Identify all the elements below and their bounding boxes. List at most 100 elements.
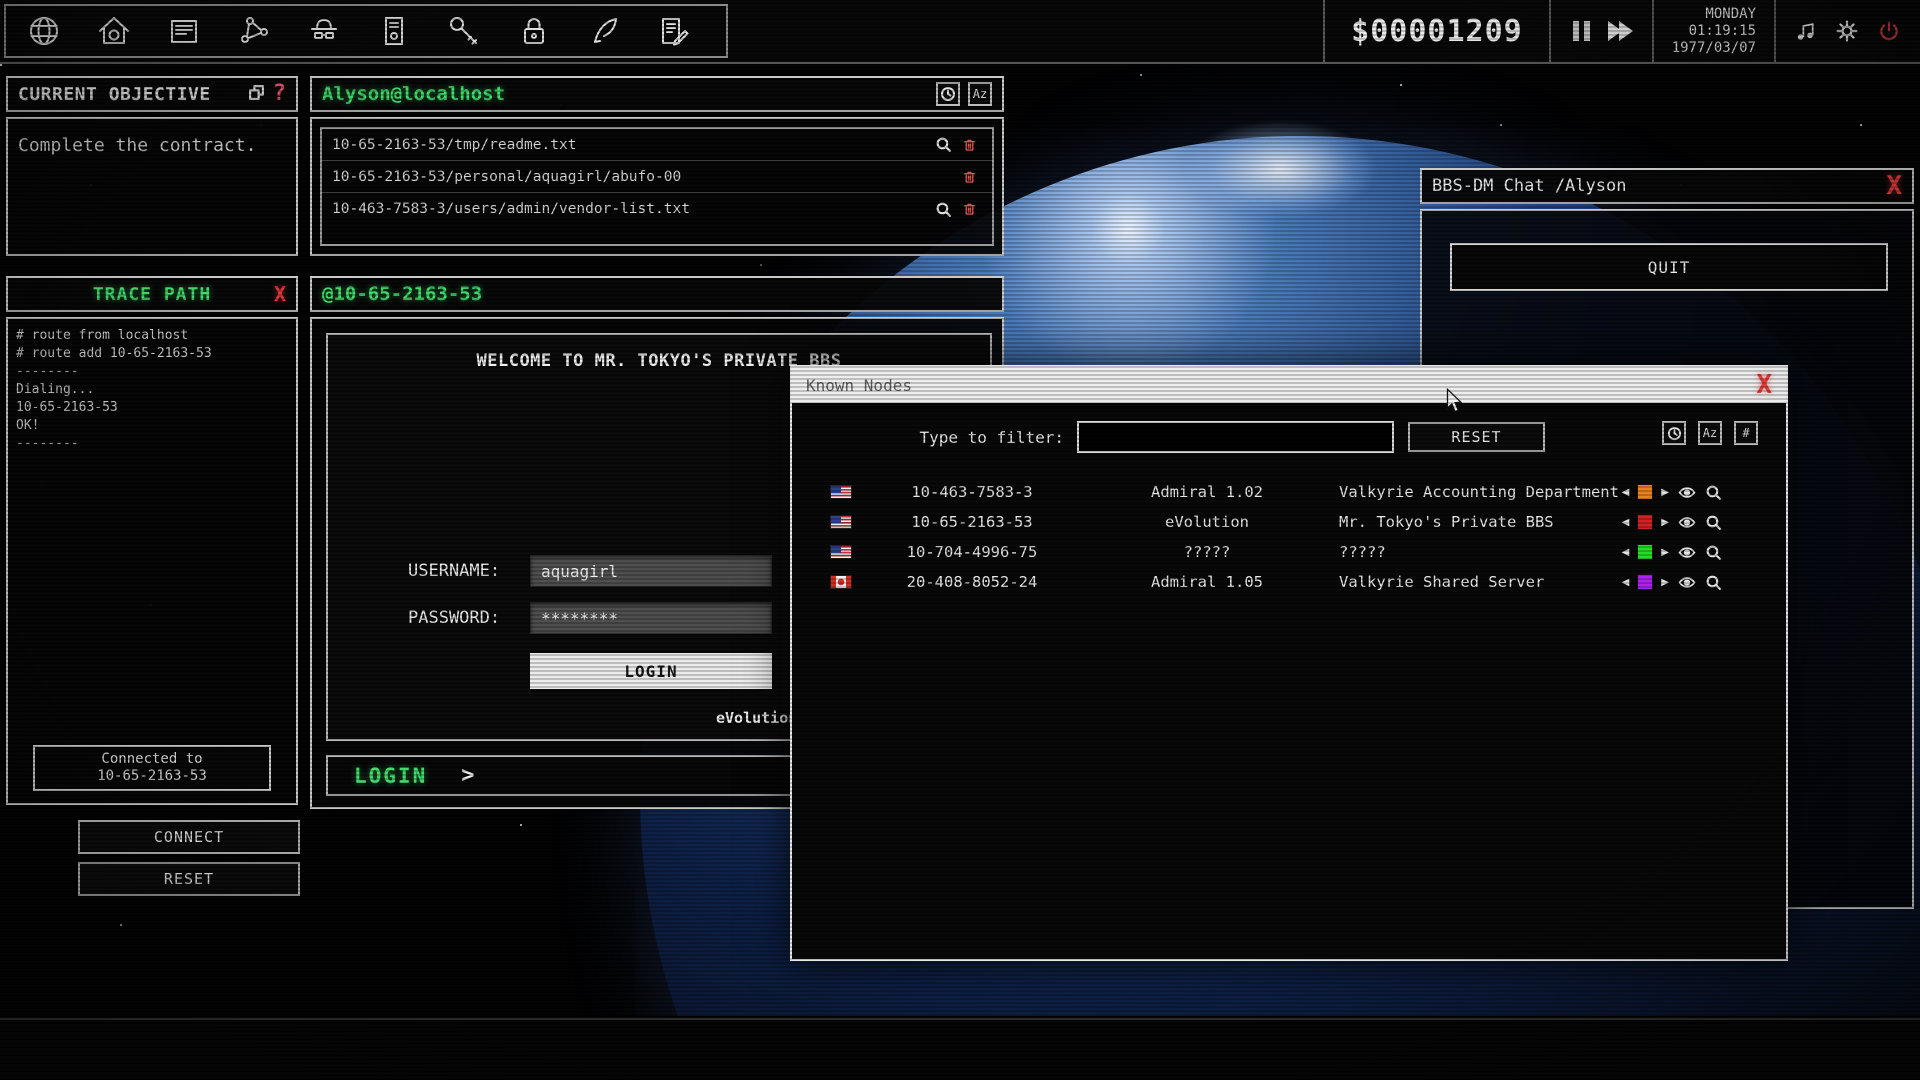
globe-icon[interactable]	[24, 11, 64, 51]
node-version: ?????	[1122, 543, 1292, 561]
time-label: 01:19:15	[1672, 23, 1756, 40]
file-row[interactable]: 10-65-2163-53/tmp/readme.txt	[322, 129, 992, 161]
ledger-icon[interactable]	[374, 11, 414, 51]
time-controls	[1551, 0, 1652, 62]
password-label: PASSWORD:	[408, 608, 530, 628]
power-icon[interactable]	[1876, 18, 1902, 44]
prev-status-icon[interactable]: ◀	[1622, 547, 1630, 558]
bbs-vendor-label: eVolution	[716, 709, 797, 727]
view-file-icon[interactable]	[930, 201, 956, 218]
connection-target: 10-65-2163-53	[35, 768, 269, 785]
top-bar: $00001209 MONDAY 01:19:15 1977/03/07	[0, 0, 1920, 64]
watch-node-icon[interactable]	[1677, 484, 1697, 501]
watch-node-icon[interactable]	[1677, 544, 1697, 561]
node-status-swatch	[1637, 514, 1653, 530]
pause-button[interactable]	[1573, 21, 1590, 41]
spy-icon[interactable]	[304, 11, 344, 51]
fast-forward-button[interactable]	[1608, 21, 1630, 41]
trace-log-line: # route add 10-65-2163-53	[16, 345, 288, 363]
node-row[interactable]: 10-704-4996-75 ????? ????? ◀ ▶	[792, 537, 1786, 567]
datetime-display: MONDAY 01:19:15 1977/03/07	[1652, 0, 1774, 62]
sort-number-button[interactable]: #	[1734, 421, 1758, 445]
trace-close-icon[interactable]: X	[274, 282, 286, 306]
known-nodes-close-icon[interactable]: X	[1756, 370, 1772, 400]
trace-log-line: Dialing...	[16, 381, 288, 399]
objective-title: CURRENT OBJECTIVE	[18, 84, 211, 105]
known-nodes-titlebar[interactable]: Known Nodes X	[792, 367, 1786, 403]
sort-az-button[interactable]: Az	[968, 82, 992, 106]
node-name: ?????	[1339, 543, 1622, 561]
chat-quit-button[interactable]: QUIT	[1450, 243, 1888, 291]
inspect-node-icon[interactable]	[1705, 484, 1722, 501]
file-list: 10-65-2163-53/tmp/readme.txt 10-65-2163-…	[320, 127, 994, 246]
command-chevron-icon: >	[461, 763, 474, 788]
node-row[interactable]: 10-65-2163-53 eVolution Mr. Tokyo's Priv…	[792, 507, 1786, 537]
node-name: Valkyrie Shared Server	[1339, 573, 1622, 591]
inspect-node-icon[interactable]	[1705, 544, 1722, 561]
next-status-icon[interactable]: ▶	[1661, 547, 1669, 558]
country-flag-icon	[830, 545, 852, 559]
lock-icon[interactable]	[514, 11, 554, 51]
chat-close-icon[interactable]: X	[1886, 171, 1902, 201]
node-version: Admiral 1.05	[1122, 573, 1292, 591]
watch-node-icon[interactable]	[1677, 514, 1697, 531]
remote-host-title: @10-65-2163-53	[322, 283, 482, 305]
delete-file-icon[interactable]	[956, 201, 982, 217]
inspect-node-icon[interactable]	[1705, 514, 1722, 531]
sun-glint	[1150, 104, 1410, 234]
trace-log-line: OK!	[16, 417, 288, 435]
sort-az-button[interactable]: Az	[1698, 421, 1722, 445]
money-counter: $00001209	[1323, 0, 1551, 62]
notes-icon[interactable]	[654, 11, 694, 51]
file-row[interactable]: 10-65-2163-53/personal/aquagirl/abufo-00	[322, 161, 992, 193]
game-screen: { "colors": { "accent_green": "#41d96b",…	[0, 0, 1920, 1080]
window-restore-icon[interactable]	[248, 84, 265, 105]
current-objective-panel: CURRENT OBJECTIVE ? Complete the contrac…	[6, 76, 298, 256]
prev-status-icon[interactable]: ◀	[1622, 487, 1630, 498]
starfield	[0, 64, 2, 66]
objective-text: Complete the contract.	[18, 135, 256, 156]
node-row[interactable]: 10-463-7583-3 Admiral 1.02 Valkyrie Acco…	[792, 477, 1786, 507]
node-number: 10-704-4996-75	[872, 543, 1072, 561]
day-label: MONDAY	[1672, 6, 1756, 23]
trace-path-title: TRACE PATH	[93, 284, 211, 305]
delete-file-icon[interactable]	[956, 169, 982, 185]
next-status-icon[interactable]: ▶	[1661, 487, 1669, 498]
node-row[interactable]: 20-408-8052-24 Admiral 1.05 Valkyrie Sha…	[792, 567, 1786, 597]
password-field[interactable]	[530, 602, 772, 634]
settings-gear-icon[interactable]	[1834, 18, 1860, 44]
music-icon[interactable]	[1792, 18, 1818, 44]
node-filter-input[interactable]	[1077, 421, 1394, 453]
delete-file-icon[interactable]	[956, 137, 982, 153]
file-manager-panel: Alyson@localhost Az 10-65-2163-53/tmp/re…	[310, 76, 1004, 256]
sort-time-button[interactable]	[936, 82, 960, 106]
bottom-console	[0, 1018, 1920, 1080]
node-version: Admiral 1.02	[1122, 483, 1292, 501]
trace-log-line: # route from localhost	[16, 327, 288, 345]
sort-time-button[interactable]	[1662, 421, 1686, 445]
file-path: 10-65-2163-53/tmp/readme.txt	[332, 137, 576, 153]
objective-help-icon[interactable]: ?	[273, 83, 286, 105]
command-label: LOGIN	[354, 764, 427, 788]
prev-status-icon[interactable]: ◀	[1622, 577, 1630, 588]
quill-icon[interactable]	[584, 11, 624, 51]
login-button[interactable]: LOGIN	[530, 653, 772, 689]
view-file-icon[interactable]	[930, 136, 956, 153]
trace-reset-button[interactable]: RESET	[78, 862, 300, 896]
country-flag-icon	[830, 575, 852, 589]
node-status-swatch	[1637, 484, 1653, 500]
country-flag-icon	[830, 485, 852, 499]
news-icon[interactable]	[164, 11, 204, 51]
inspect-node-icon[interactable]	[1705, 574, 1722, 591]
connect-button[interactable]: CONNECT	[78, 820, 300, 854]
username-field[interactable]	[530, 555, 772, 587]
network-map-icon[interactable]	[234, 11, 274, 51]
filter-reset-button[interactable]: RESET	[1408, 422, 1545, 452]
home-icon[interactable]	[94, 11, 134, 51]
prev-status-icon[interactable]: ◀	[1622, 517, 1630, 528]
watch-node-icon[interactable]	[1677, 574, 1697, 591]
next-status-icon[interactable]: ▶	[1661, 517, 1669, 528]
file-row[interactable]: 10-463-7583-3/users/admin/vendor-list.tx…	[322, 193, 992, 225]
key-icon[interactable]	[444, 11, 484, 51]
next-status-icon[interactable]: ▶	[1661, 577, 1669, 588]
